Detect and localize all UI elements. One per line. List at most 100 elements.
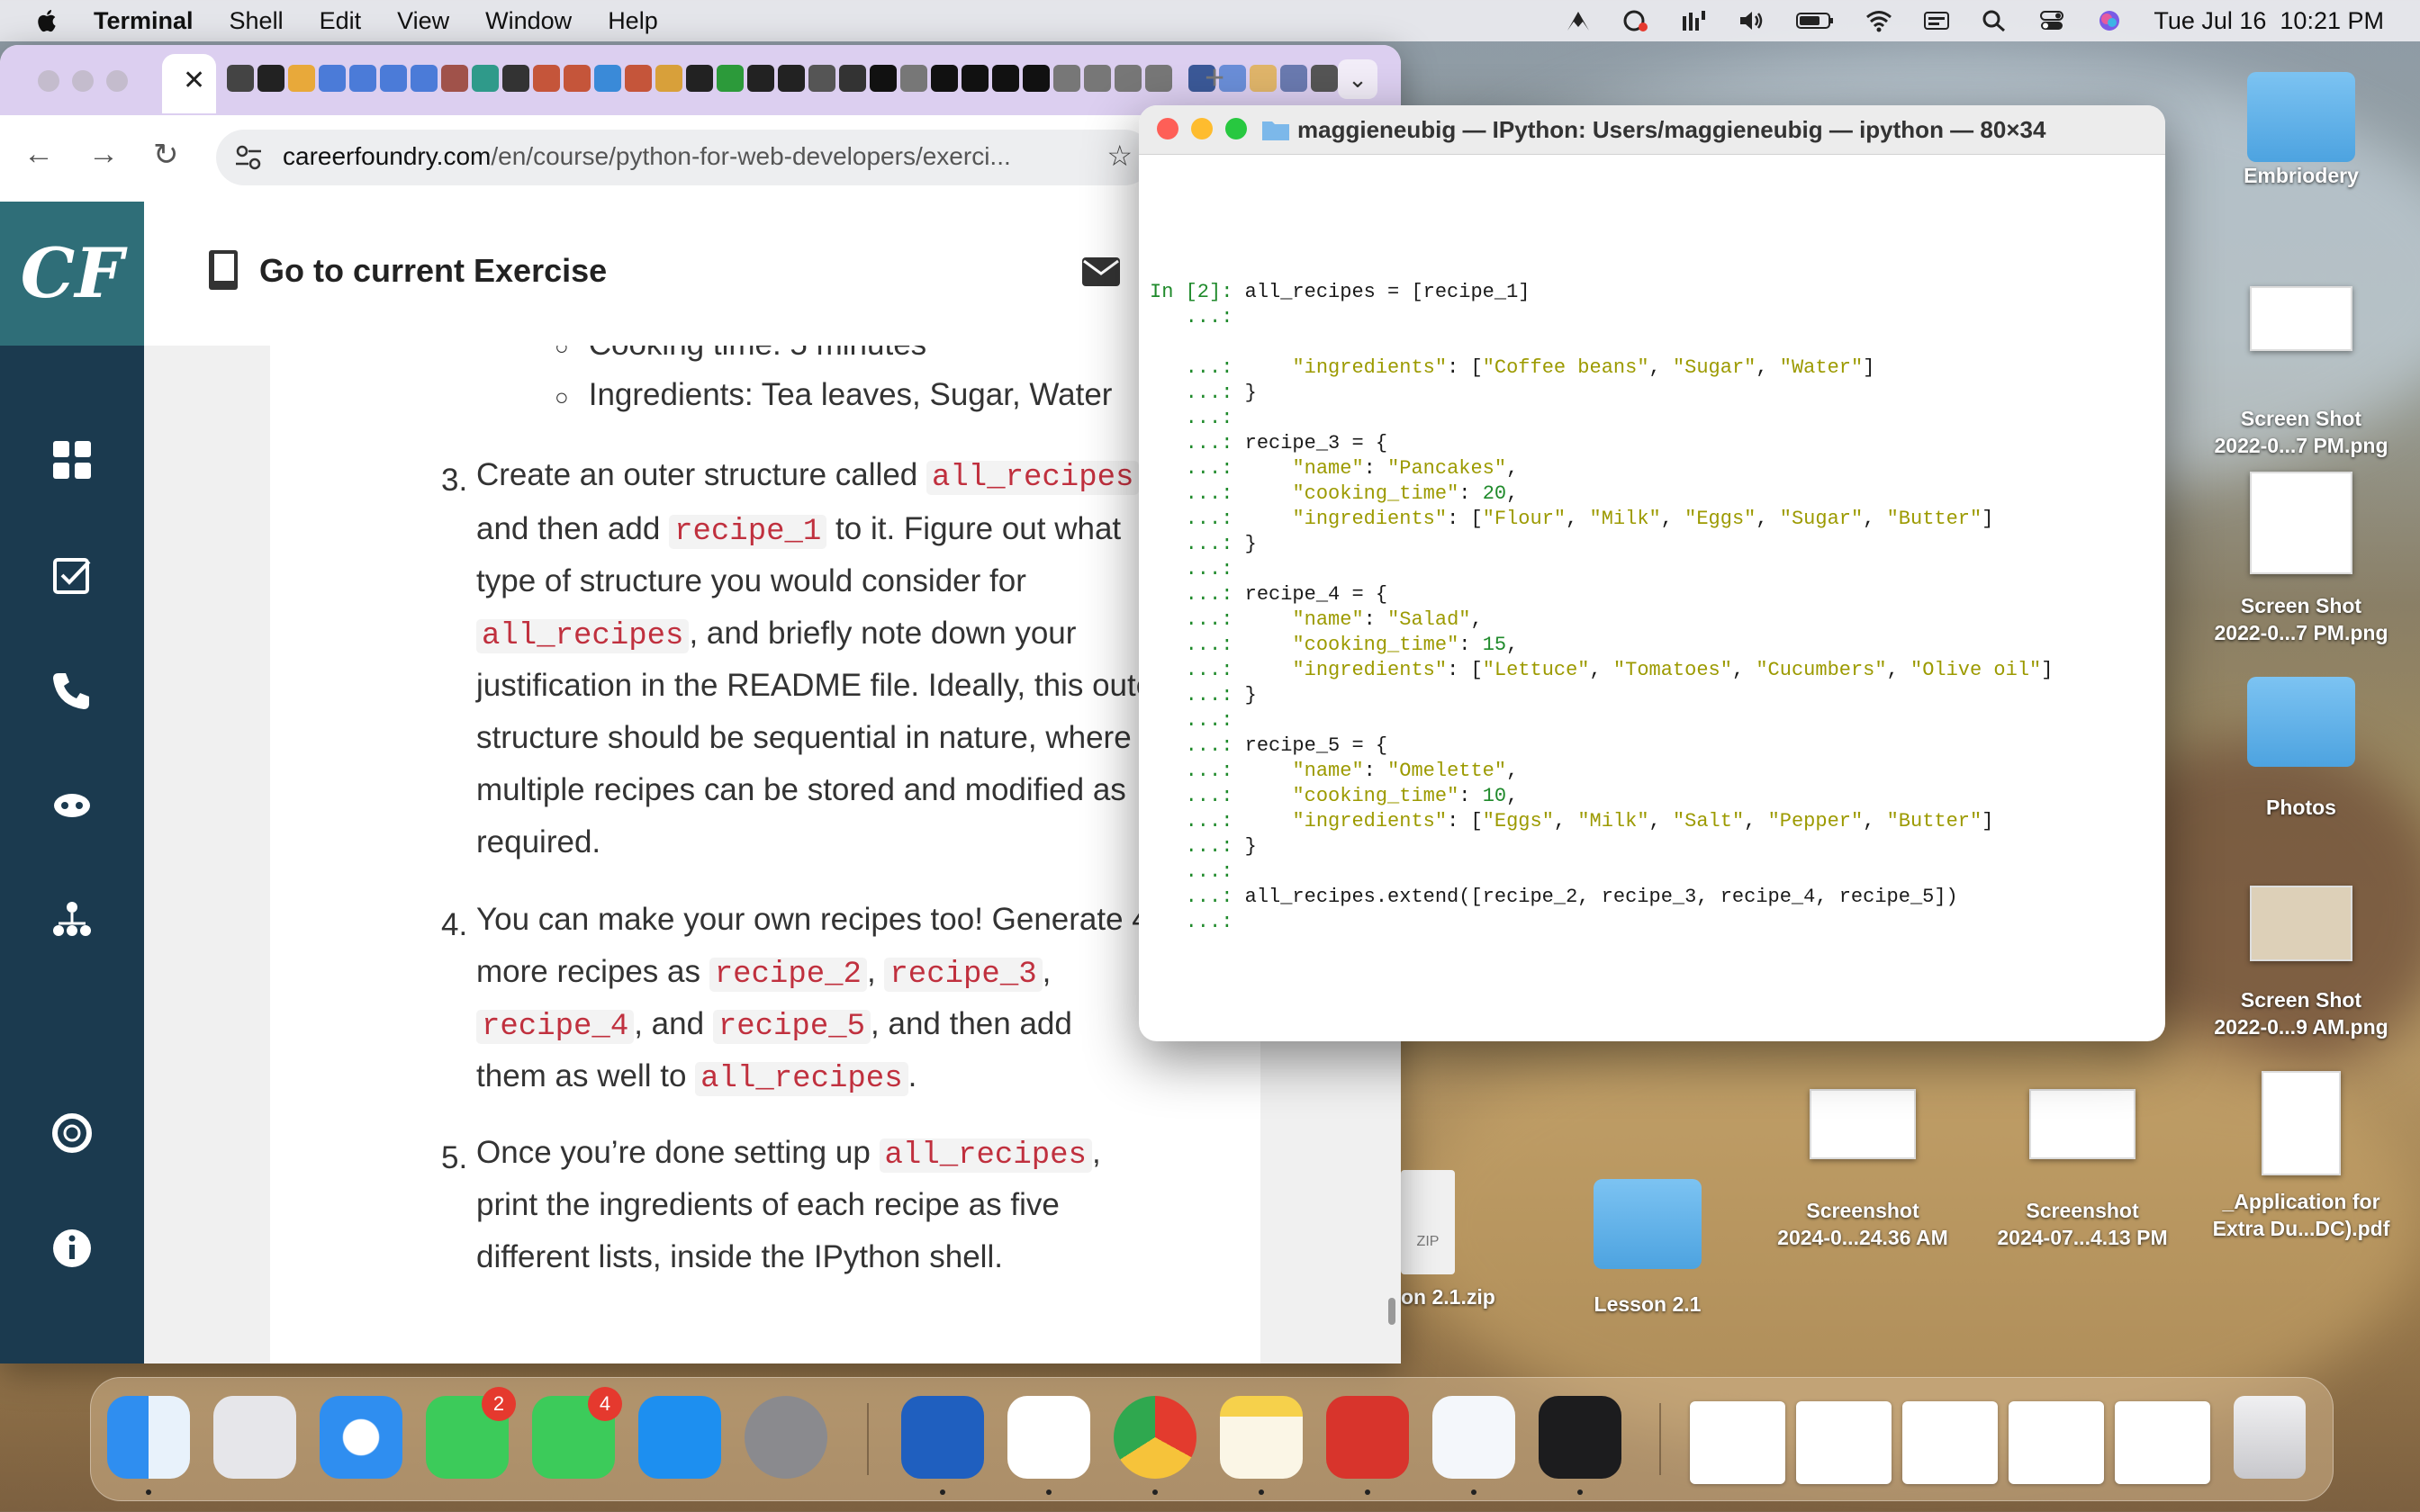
tab-favicon[interactable] (625, 65, 652, 92)
tab-favicon[interactable] (747, 65, 774, 92)
careerfoundry-logo[interactable]: CF (0, 202, 144, 346)
menu-shell[interactable]: Shell (230, 7, 284, 35)
tab-favicon[interactable] (1084, 65, 1111, 92)
notes-icon[interactable] (1220, 1396, 1303, 1479)
desktop-icon-lesson-folder[interactable]: Lesson 2.1 (1549, 1179, 1747, 1318)
menu-window[interactable]: Window (485, 7, 572, 35)
tab-favicon[interactable] (319, 65, 346, 92)
checklist-icon[interactable] (50, 553, 95, 598)
tab-favicon[interactable] (288, 65, 315, 92)
desktop-icon-photos[interactable]: Photos (2202, 677, 2400, 821)
tab-search-icon[interactable]: ⌄ (1338, 59, 1377, 99)
forward-arrow-icon[interactable]: → (88, 137, 119, 172)
page-scrollbar-thumb[interactable] (1388, 1298, 1395, 1325)
tab-favicon[interactable] (992, 65, 1019, 92)
siri-icon[interactable] (2096, 9, 2123, 32)
finder-icon[interactable] (107, 1396, 190, 1479)
trash-icon[interactable] (2234, 1396, 2306, 1479)
battery-icon[interactable] (1795, 9, 1835, 32)
menu-help[interactable]: Help (608, 7, 658, 35)
terminal-minimize-button[interactable] (1191, 118, 1213, 140)
phone-icon[interactable] (50, 668, 95, 713)
terminal-close-button[interactable] (1157, 118, 1178, 140)
input-menu-icon[interactable] (1923, 9, 1950, 32)
tab-favicon[interactable] (717, 65, 744, 92)
desktop-icon-application-pdf[interactable]: _Application for Extra Du...DC).pdf (2184, 1071, 2418, 1242)
tab-favicon[interactable] (441, 65, 468, 92)
minimized-window[interactable] (2009, 1401, 2104, 1484)
control-center-icon[interactable] (2038, 9, 2065, 32)
wifi-icon[interactable] (1865, 9, 1892, 32)
help-lifebuoy-icon[interactable] (50, 1111, 95, 1156)
tab-favicon[interactable] (1280, 65, 1307, 92)
tab-favicon[interactable] (870, 65, 897, 92)
chrome-icon[interactable] (1114, 1396, 1196, 1479)
menu-app-terminal[interactable]: Terminal (94, 7, 194, 35)
tab-favicon[interactable] (686, 65, 713, 92)
desktop-icon-screenshot-2[interactable]: Screen Shot 2022-0...7 PM.png (2184, 472, 2418, 646)
tab-favicon[interactable] (808, 65, 835, 92)
tab-favicon[interactable] (1145, 65, 1172, 92)
tab-favicon[interactable] (594, 65, 621, 92)
desktop-icon-embroidery[interactable]: Embriodery (2202, 72, 2400, 189)
mentors-icon[interactable] (50, 898, 95, 943)
tab-favicon[interactable] (1115, 65, 1142, 92)
minimized-window[interactable] (1690, 1401, 1785, 1484)
facetime-icon[interactable]: 2 (426, 1387, 516, 1479)
istat-dock-icon[interactable] (1326, 1396, 1409, 1479)
mail-icon[interactable] (1080, 256, 1122, 288)
window-close-button[interactable] (38, 70, 59, 92)
desktop-icon-screenshot-4[interactable]: Screenshot 2024-0...24.36 AM (1748, 1089, 1977, 1251)
go-to-current-exercise-link[interactable]: Go to current Exercise (259, 252, 607, 290)
menu-view[interactable]: View (397, 7, 449, 35)
terminal-dock-icon[interactable] (1539, 1396, 1621, 1479)
spotlight-search-icon[interactable] (1981, 9, 2008, 32)
launchpad-icon[interactable] (213, 1396, 296, 1479)
nordvpn-dock-icon[interactable] (1007, 1396, 1090, 1479)
new-tab-icon[interactable]: + (1205, 59, 1224, 98)
menubar-clock[interactable]: Tue Jul 16 10:21 PM (2154, 7, 2384, 35)
window-zoom-button[interactable] (106, 70, 128, 92)
desktop-icon-screenshot-5[interactable]: Screenshot 2024-07...4.13 PM (1968, 1089, 2197, 1251)
window-minimize-button[interactable] (72, 70, 94, 92)
tab-favicon[interactable] (502, 65, 529, 92)
tab-favicon[interactable] (655, 65, 682, 92)
desktop-icon-screenshot-1[interactable]: Screen Shot 2022-0...7 PM.png (2184, 286, 2418, 459)
url-text[interactable]: careerfoundry.com/en/course/python-for-w… (283, 142, 1011, 171)
tab-favicon[interactable] (257, 65, 284, 92)
terminal-title-bar[interactable]: maggieneubig — IPython: Users/maggieneub… (1139, 105, 2165, 155)
minimized-window[interactable] (2115, 1401, 2210, 1484)
community-icon[interactable] (50, 783, 95, 828)
word-icon[interactable] (901, 1396, 984, 1479)
safari-icon[interactable] (320, 1396, 402, 1479)
tab-favicon[interactable] (227, 65, 254, 92)
nordvpn-icon[interactable] (1565, 9, 1592, 32)
vscode-icon[interactable] (1432, 1396, 1515, 1479)
close-tab-icon[interactable]: ✕ (183, 65, 205, 96)
tab-favicon[interactable] (564, 65, 591, 92)
tab-favicon[interactable] (839, 65, 866, 92)
reload-icon[interactable]: ↻ (153, 137, 179, 173)
tab-favicon[interactable] (472, 65, 499, 92)
tab-favicon[interactable] (411, 65, 438, 92)
address-bar[interactable]: careerfoundry.com/en/course/python-for-w… (216, 130, 1152, 185)
apple-icon[interactable] (34, 7, 61, 34)
tab-favicon[interactable] (380, 65, 407, 92)
system-settings-icon[interactable] (745, 1396, 827, 1479)
site-settings-icon[interactable] (232, 142, 265, 173)
bookmark-star-icon[interactable]: ☆ (1106, 139, 1133, 173)
istat-menus-icon[interactable] (1680, 9, 1707, 32)
tab-favicon[interactable] (349, 65, 376, 92)
terminal-output[interactable]: In [2]: all_recipes = [recipe_1] ...: ..… (1150, 154, 2158, 1036)
dashboard-icon[interactable] (50, 437, 95, 482)
tab-favicon[interactable] (931, 65, 958, 92)
tab-favicon[interactable] (533, 65, 560, 92)
back-arrow-icon[interactable]: ← (23, 137, 54, 172)
messages-icon[interactable]: 4 (532, 1387, 622, 1479)
minimized-window[interactable] (1902, 1401, 1998, 1484)
app-store-icon[interactable] (638, 1396, 721, 1479)
tab-favicon[interactable] (778, 65, 805, 92)
creative-cloud-icon[interactable] (1622, 9, 1649, 32)
desktop-icon-zip[interactable]: ZIP on 2.1.zip (1401, 1170, 1527, 1310)
minimized-window[interactable] (1796, 1401, 1892, 1484)
